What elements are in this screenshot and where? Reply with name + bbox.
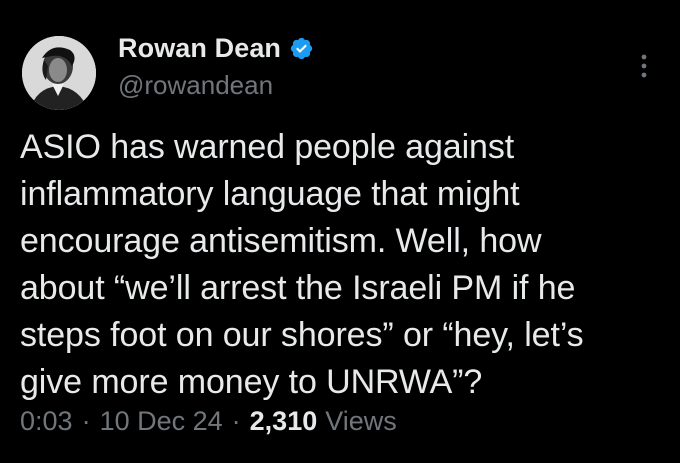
verified-badge-icon <box>289 36 314 61</box>
avatar-photo-icon <box>22 36 96 110</box>
views-count[interactable]: 2,310 <box>250 406 318 437</box>
more-options-icon[interactable] <box>636 52 652 80</box>
author-display-name[interactable]: Rowan Dean <box>118 33 281 64</box>
tweet-card: Rowan Dean @rowandean ASIO has warned pe… <box>0 0 680 463</box>
tweet-time[interactable]: 0:03 <box>20 406 73 437</box>
tweet-text: ASIO has warned people against inflammat… <box>20 128 584 401</box>
author-handle[interactable]: @rowandean <box>118 70 273 101</box>
views-label: Views <box>325 406 397 436</box>
author-name-row[interactable]: Rowan Dean <box>118 30 314 66</box>
meta-separator: · <box>231 406 241 436</box>
tweet-date[interactable]: 10 Dec 24 <box>100 406 223 437</box>
tweet-meta: 0:03 · 10 Dec 24 · 2,310 Views <box>20 406 397 437</box>
meta-separator: · <box>81 406 91 436</box>
avatar[interactable] <box>22 36 96 110</box>
